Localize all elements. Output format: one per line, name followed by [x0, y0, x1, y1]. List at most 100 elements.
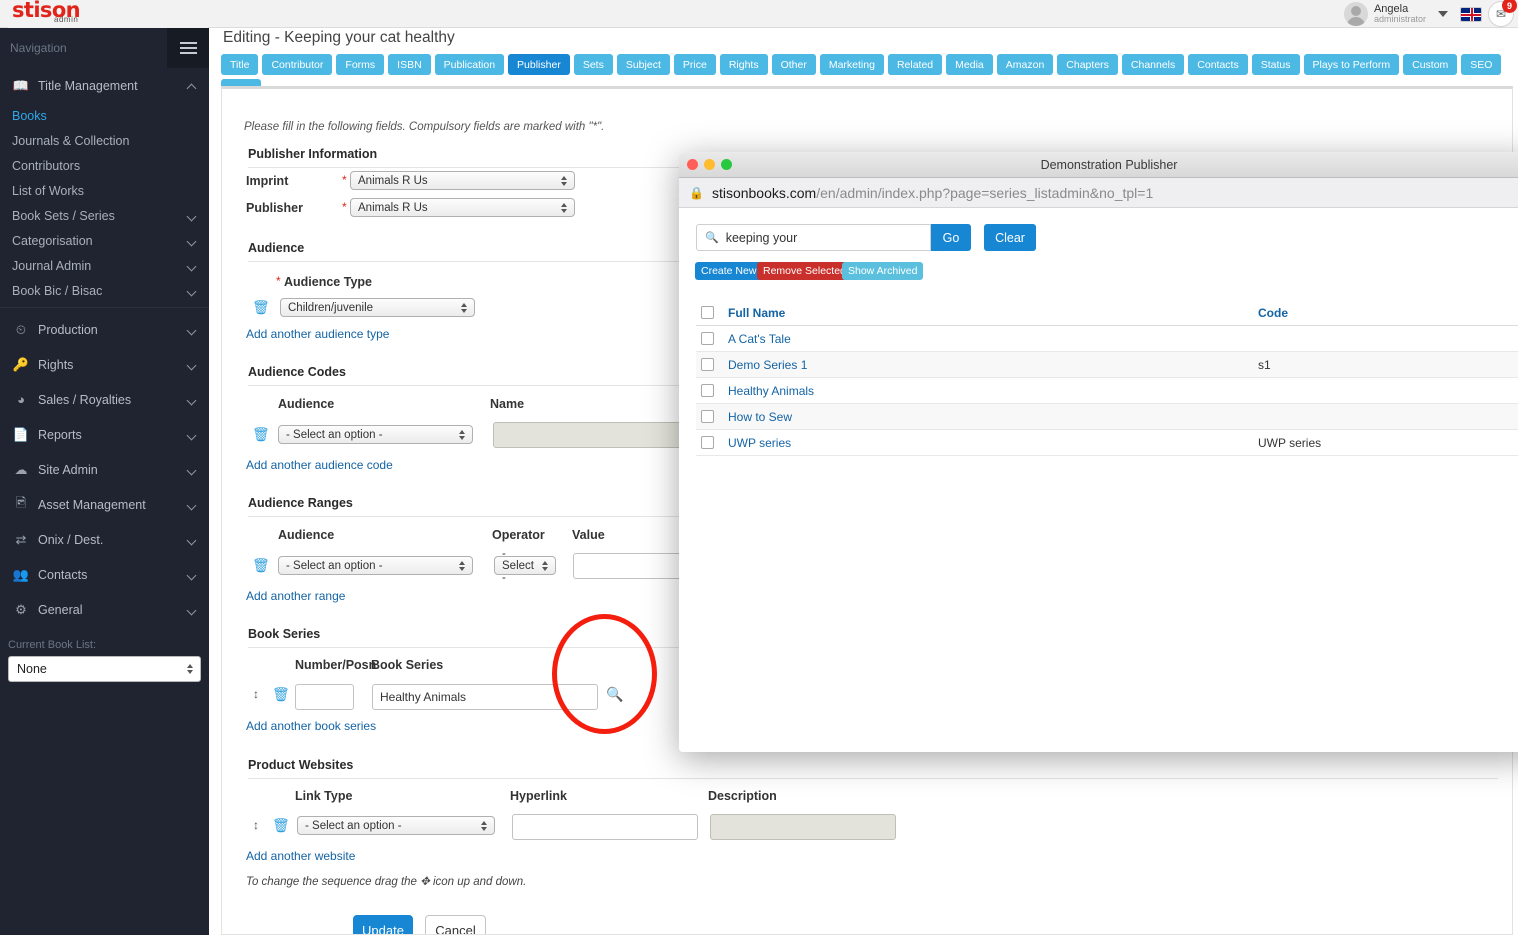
sidebar-group-production[interactable]: ⏲ Production — [0, 312, 209, 347]
book-series-number-input[interactable] — [295, 684, 354, 710]
audience-code-select[interactable]: - Select an option - — [278, 425, 473, 444]
tab-contacts[interactable]: Contacts — [1188, 54, 1247, 75]
row-checkbox[interactable] — [701, 358, 714, 371]
tab-title[interactable]: Title — [221, 54, 258, 75]
tab-forms[interactable]: Forms — [336, 54, 384, 75]
sidebar-group-sales-royalties[interactable]: ◕ Sales / Royalties — [0, 382, 209, 417]
uk-flag-icon[interactable] — [1460, 7, 1482, 22]
go-button[interactable]: Go — [931, 224, 971, 251]
tab-isbn[interactable]: ISBN — [388, 54, 431, 75]
sidebar-group-general[interactable]: ⚙ General — [0, 592, 209, 627]
maximize-icon[interactable] — [721, 159, 732, 170]
table-row[interactable]: Demo Series 1 s1 — [696, 352, 1518, 378]
hamburger-menu-icon[interactable] — [167, 28, 209, 68]
tab-contributor[interactable]: Contributor — [262, 54, 332, 75]
series-name-link[interactable]: A Cat's Tale — [728, 332, 1258, 346]
sidebar-group-site-admin[interactable]: ☁ Site Admin — [0, 452, 209, 487]
table-row[interactable]: Healthy Animals — [696, 378, 1518, 404]
tab-media[interactable]: Media — [946, 54, 993, 75]
column-header-full-name[interactable]: Full Name — [728, 306, 1258, 320]
table-row[interactable]: How to Sew — [696, 404, 1518, 430]
table-row[interactable]: UWP series UWP series — [696, 430, 1518, 456]
minimize-icon[interactable] — [704, 159, 715, 170]
add-another-book-series-link[interactable]: Add another book series — [246, 719, 376, 733]
search-input[interactable]: 🔍 keeping your — [696, 224, 931, 251]
chevron-down-icon[interactable] — [1438, 11, 1448, 17]
tab-price[interactable]: Price — [674, 54, 716, 75]
series-name-link[interactable]: Demo Series 1 — [728, 358, 1258, 372]
tab-sets[interactable]: Sets — [574, 54, 613, 75]
tab-status[interactable]: Status — [1252, 54, 1300, 75]
sidebar-item-categorisation[interactable]: Categorisation — [0, 228, 209, 253]
publisher-select[interactable]: Animals R Us — [350, 198, 575, 217]
tab-subject[interactable]: Subject — [617, 54, 670, 75]
sidebar-item-list-of-works[interactable]: List of Works — [0, 178, 209, 203]
row-checkbox[interactable] — [701, 410, 714, 423]
tab-seo[interactable]: SEO — [1461, 54, 1501, 75]
table-row[interactable]: A Cat's Tale — [696, 326, 1518, 352]
delete-row-icon[interactable]: 🗑 — [252, 427, 265, 443]
tab-chapters[interactable]: Chapters — [1057, 54, 1118, 75]
show-archived-button[interactable]: Show Archived — [842, 262, 923, 280]
drag-handle-icon[interactable]: ↕ — [253, 687, 259, 701]
series-name-link[interactable]: How to Sew — [728, 410, 1258, 424]
sidebar-group-onix-dest[interactable]: ⇄ Onix / Dest. — [0, 522, 209, 557]
tab-publisher[interactable]: Publisher — [508, 54, 570, 75]
sidebar-item-book-bic-bisac[interactable]: Book Bic / Bisac — [0, 278, 209, 303]
sidebar-group-title-management[interactable]: 📖 Title Management — [0, 68, 209, 103]
tab-custom[interactable]: Custom — [1403, 54, 1457, 75]
imprint-select[interactable]: Animals R Us — [350, 171, 575, 190]
tab-marketing[interactable]: Marketing — [820, 54, 884, 75]
sidebar-group-rights[interactable]: 🔑 Rights — [0, 347, 209, 382]
sidebar-group-reports[interactable]: 📄 Reports — [0, 417, 209, 452]
tab-plays-to-perform[interactable]: Plays to Perform — [1304, 54, 1400, 75]
magnifier-plus-icon[interactable]: 🔍 — [606, 687, 621, 702]
audience-type-select[interactable]: Children/juvenile — [280, 298, 475, 317]
series-name-link[interactable]: UWP series — [728, 436, 1258, 450]
sidebar-group-asset-management[interactable]: 🖻 Asset Management — [0, 487, 209, 522]
sidebar-item-contributors[interactable]: Contributors — [0, 153, 209, 178]
tab-amazon[interactable]: Amazon — [997, 54, 1054, 75]
row-checkbox[interactable] — [701, 332, 714, 345]
tab-related[interactable]: Related — [888, 54, 942, 75]
tab-rights[interactable]: Rights — [720, 54, 768, 75]
sidebar-item-journals-collection[interactable]: Journals & Collection — [0, 128, 209, 153]
remove-selected-button[interactable]: Remove Selected — [757, 262, 852, 280]
current-book-list-select[interactable]: None — [8, 656, 201, 682]
delete-row-icon[interactable]: 🗑 — [252, 300, 265, 316]
select-all-checkbox[interactable] — [701, 306, 714, 319]
link-type-select[interactable]: - Select an option - — [297, 816, 495, 835]
row-checkbox[interactable] — [701, 384, 714, 397]
popup-url-bar[interactable]: 🔒 stisonbooks.com/en/admin/index.php?pag… — [679, 178, 1518, 208]
drag-handle-icon[interactable]: ↕ — [253, 818, 259, 832]
update-button[interactable]: Update — [353, 915, 413, 935]
add-another-audience-type-link[interactable]: Add another audience type — [246, 327, 389, 341]
hyperlink-input[interactable] — [512, 814, 698, 840]
delete-row-icon[interactable]: 🗑 — [252, 558, 265, 574]
tab-channels[interactable]: Channels — [1122, 54, 1184, 75]
user-menu-area[interactable]: Angela administrator ✉ 9 — [1344, 0, 1514, 28]
cancel-button[interactable]: Cancel — [425, 915, 486, 935]
create-new-button[interactable]: Create New — [695, 262, 762, 280]
delete-row-icon[interactable]: 🗑 — [272, 818, 285, 834]
sidebar-item-books[interactable]: Books — [0, 103, 209, 128]
add-another-range-link[interactable]: Add another range — [246, 589, 345, 603]
close-icon[interactable] — [687, 159, 698, 170]
clear-button[interactable]: Clear — [984, 224, 1036, 251]
tab-other[interactable]: Other — [772, 54, 816, 75]
sidebar-group-contacts[interactable]: 👥 Contacts — [0, 557, 209, 592]
description-input[interactable] — [710, 814, 896, 840]
row-checkbox[interactable] — [701, 436, 714, 449]
add-another-audience-code-link[interactable]: Add another audience code — [246, 458, 393, 472]
sidebar-item-book-sets-series[interactable]: Book Sets / Series — [0, 203, 209, 228]
add-another-website-link[interactable]: Add another website — [246, 849, 355, 863]
tab-publication[interactable]: Publication — [435, 54, 504, 75]
book-series-input[interactable]: Healthy Animals — [372, 684, 598, 710]
audience-range-select[interactable]: - Select an option - — [278, 556, 473, 575]
series-name-link[interactable]: Healthy Animals — [728, 384, 1258, 398]
column-header-code[interactable]: Code — [1258, 306, 1488, 320]
sidebar-item-journal-admin[interactable]: Journal Admin — [0, 253, 209, 278]
envelope-icon[interactable]: ✉ 9 — [1488, 1, 1514, 27]
delete-row-icon[interactable]: 🗑 — [272, 687, 285, 703]
operator-select[interactable]: - Select - — [494, 556, 556, 575]
